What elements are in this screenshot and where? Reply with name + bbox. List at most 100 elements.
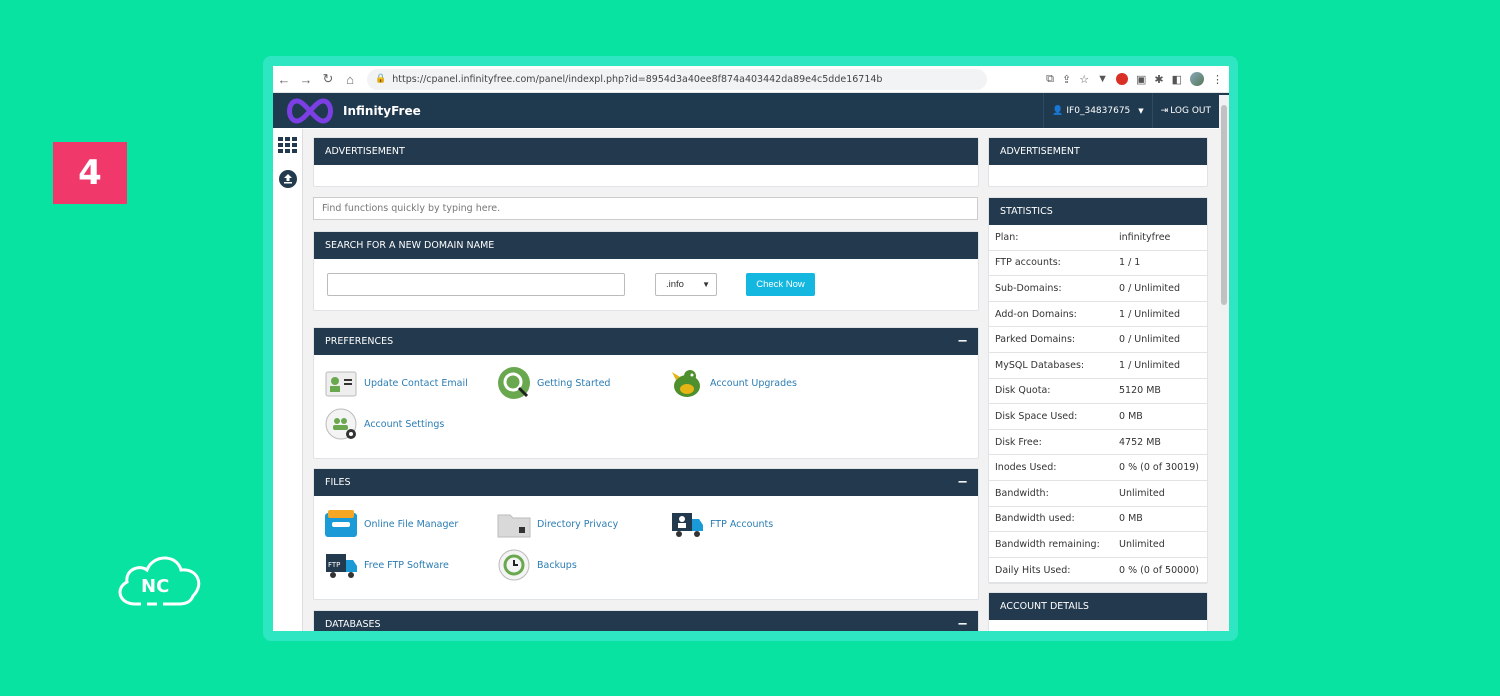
databases-title: DATABASES − [314, 611, 978, 631]
stat-value: 1 / 1 [1119, 257, 1141, 269]
contact-card-icon [324, 366, 358, 400]
preferences-title: PREFERENCES − [314, 328, 978, 355]
upload-icon[interactable] [277, 169, 299, 189]
stat-value: 0 MB [1119, 513, 1143, 525]
stat-row: Disk Quota: 5120 MB [989, 379, 1207, 405]
preferences-title-text: PREFERENCES [325, 336, 394, 347]
preferences-panel: PREFERENCES − Update Contact Email Getti… [313, 327, 979, 459]
collapse-icon[interactable]: − [957, 475, 968, 490]
getting-started-link[interactable]: Getting Started [497, 366, 610, 400]
profile-avatar[interactable] [1190, 72, 1204, 86]
account-settings-link[interactable]: Account Settings [324, 407, 444, 441]
domain-name-input[interactable] [327, 273, 625, 296]
stat-label: FTP accounts: [995, 257, 1061, 269]
stat-row: Disk Free: 4752 MB [989, 430, 1207, 456]
stat-row: Parked Domains: 0 / Unlimited [989, 327, 1207, 353]
tld-selected-value: .info [666, 279, 684, 290]
statistics-table: Plan: infinityfree FTP accounts: 1 / 1 Sub-D… [989, 225, 1207, 584]
ftp-accounts-icon [670, 507, 704, 541]
check-now-button[interactable]: Check Now [746, 273, 815, 296]
stat-label: Bandwidth used: [995, 513, 1075, 525]
share-icon[interactable]: ⇪ [1062, 73, 1071, 86]
ftp-truck-icon: FTP [324, 548, 358, 582]
extension-red-icon[interactable] [1115, 73, 1128, 85]
account-details-title: ACCOUNT DETAILS [989, 593, 1207, 620]
scroll-thumb[interactable] [1221, 105, 1227, 305]
function-search-input[interactable]: Find functions quickly by typing here. [313, 197, 978, 220]
stat-row: Inodes Used: 0 % (0 of 30019) [989, 455, 1207, 481]
free-ftp-software-label: Free FTP Software [364, 559, 449, 571]
user-menu[interactable]: 👤 IF0_34837675 ▼ [1043, 93, 1151, 128]
stat-label: Inodes Used: [995, 462, 1057, 474]
stat-value: Unlimited [1119, 538, 1165, 550]
address-bar[interactable]: 🔒 https://cpanel.infinityfree.com/panel/… [367, 68, 987, 90]
extension-v-icon[interactable]: ▼ [1097, 73, 1108, 85]
account-upgrades-link[interactable]: Account Upgrades [670, 366, 797, 400]
extension-m-icon[interactable]: ▣ [1136, 73, 1146, 86]
statistics-panel: STATISTICS Plan: infinityfree FTP accounts… [988, 197, 1208, 584]
dragon-mascot-icon [670, 366, 704, 400]
logout-button[interactable]: ⇥ LOG OUT [1151, 93, 1219, 128]
collapse-icon[interactable]: − [957, 617, 968, 631]
ftp-accounts-label: FTP Accounts [710, 518, 774, 530]
file-manager-icon [324, 507, 358, 541]
advertisement-title: ADVERTISEMENT [314, 138, 978, 165]
sidepanel-icon[interactable]: ◧ [1172, 73, 1182, 86]
page-scrollbar[interactable] [1219, 95, 1229, 631]
username-label: IF0_34837675 [1066, 105, 1131, 116]
stat-row: Add-on Domains: 1 / Unlimited [989, 302, 1207, 328]
account-details-panel: ACCOUNT DETAILS [988, 592, 1208, 631]
backup-clock-icon [497, 548, 531, 582]
stat-value: 0 % (0 of 30019) [1119, 462, 1199, 474]
stat-value: 1 / Unlimited [1119, 308, 1181, 320]
extensions-puzzle-icon[interactable]: ✱ [1154, 73, 1163, 86]
files-title-text: FILES [325, 477, 351, 488]
stat-row: Sub-Domains: 0 / Unlimited [989, 276, 1207, 302]
forward-icon[interactable]: → [295, 72, 317, 87]
stat-label: Disk Space Used: [995, 410, 1078, 422]
stat-value: 1 / Unlimited [1119, 359, 1181, 371]
free-ftp-software-link[interactable]: FTP Free FTP Software [324, 548, 449, 582]
infinityfree-logo[interactable]: InfinityFree [283, 97, 421, 125]
tld-select[interactable]: .info ▼ [655, 273, 717, 296]
domain-search-panel: SEARCH FOR A NEW DOMAIN NAME .info ▼ Che… [313, 231, 979, 311]
stat-label: MySQL Databases: [995, 359, 1085, 371]
stat-label: Disk Quota: [995, 385, 1051, 397]
back-icon[interactable]: ← [273, 72, 295, 87]
stat-value: 5120 MB [1119, 385, 1161, 397]
svg-text:FTP: FTP [328, 561, 340, 569]
stat-value: 0 / Unlimited [1119, 334, 1181, 346]
backups-link[interactable]: Backups [497, 548, 577, 582]
folder-lock-icon [497, 507, 531, 541]
stat-row: Bandwidth used: 0 MB [989, 507, 1207, 533]
update-contact-email-link[interactable]: Update Contact Email [324, 366, 468, 400]
stat-value: infinityfree [1119, 231, 1171, 243]
home-icon[interactable]: ⌂ [339, 72, 361, 87]
stat-row: Daily Hits Used: 0 % (0 of 50000) [989, 558, 1207, 584]
user-icon: 👤 [1052, 105, 1064, 116]
stat-row: Bandwidth remaining: Unlimited [989, 532, 1207, 558]
translate-icon[interactable]: ⧉ [1046, 73, 1054, 86]
url-text: https://cpanel.infinityfree.com/panel/in… [392, 73, 883, 85]
chrome-menu-icon[interactable]: ⋮ [1212, 73, 1223, 86]
nc-cloud-logo: NC [113, 550, 205, 610]
chevron-down-icon: ▼ [1138, 106, 1144, 115]
browser-window: ← → ↻ ⌂ 🔒 https://cpanel.infinityfree.co… [273, 66, 1229, 631]
online-file-manager-label: Online File Manager [364, 518, 459, 530]
statistics-title: STATISTICS [989, 198, 1207, 225]
apps-grid-icon[interactable] [277, 135, 299, 155]
stat-value: Unlimited [1119, 487, 1165, 499]
browser-toolbar: ← → ↻ ⌂ 🔒 https://cpanel.infinityfree.co… [273, 66, 1229, 93]
stat-value: 0 % (0 of 50000) [1119, 564, 1199, 576]
stat-row: Plan: infinityfree [989, 225, 1207, 251]
online-file-manager-link[interactable]: Online File Manager [324, 507, 458, 541]
bookmark-star-icon[interactable]: ☆ [1079, 73, 1089, 86]
ftp-accounts-link[interactable]: FTP Accounts [670, 507, 773, 541]
backups-label: Backups [537, 559, 577, 571]
reload-icon[interactable]: ↻ [317, 71, 339, 87]
stat-label: Daily Hits Used: [995, 564, 1071, 576]
collapse-icon[interactable]: − [957, 334, 968, 349]
directory-privacy-link[interactable]: Directory Privacy [497, 507, 618, 541]
stat-label: Sub-Domains: [995, 282, 1062, 294]
stat-label: Plan: [995, 231, 1019, 243]
